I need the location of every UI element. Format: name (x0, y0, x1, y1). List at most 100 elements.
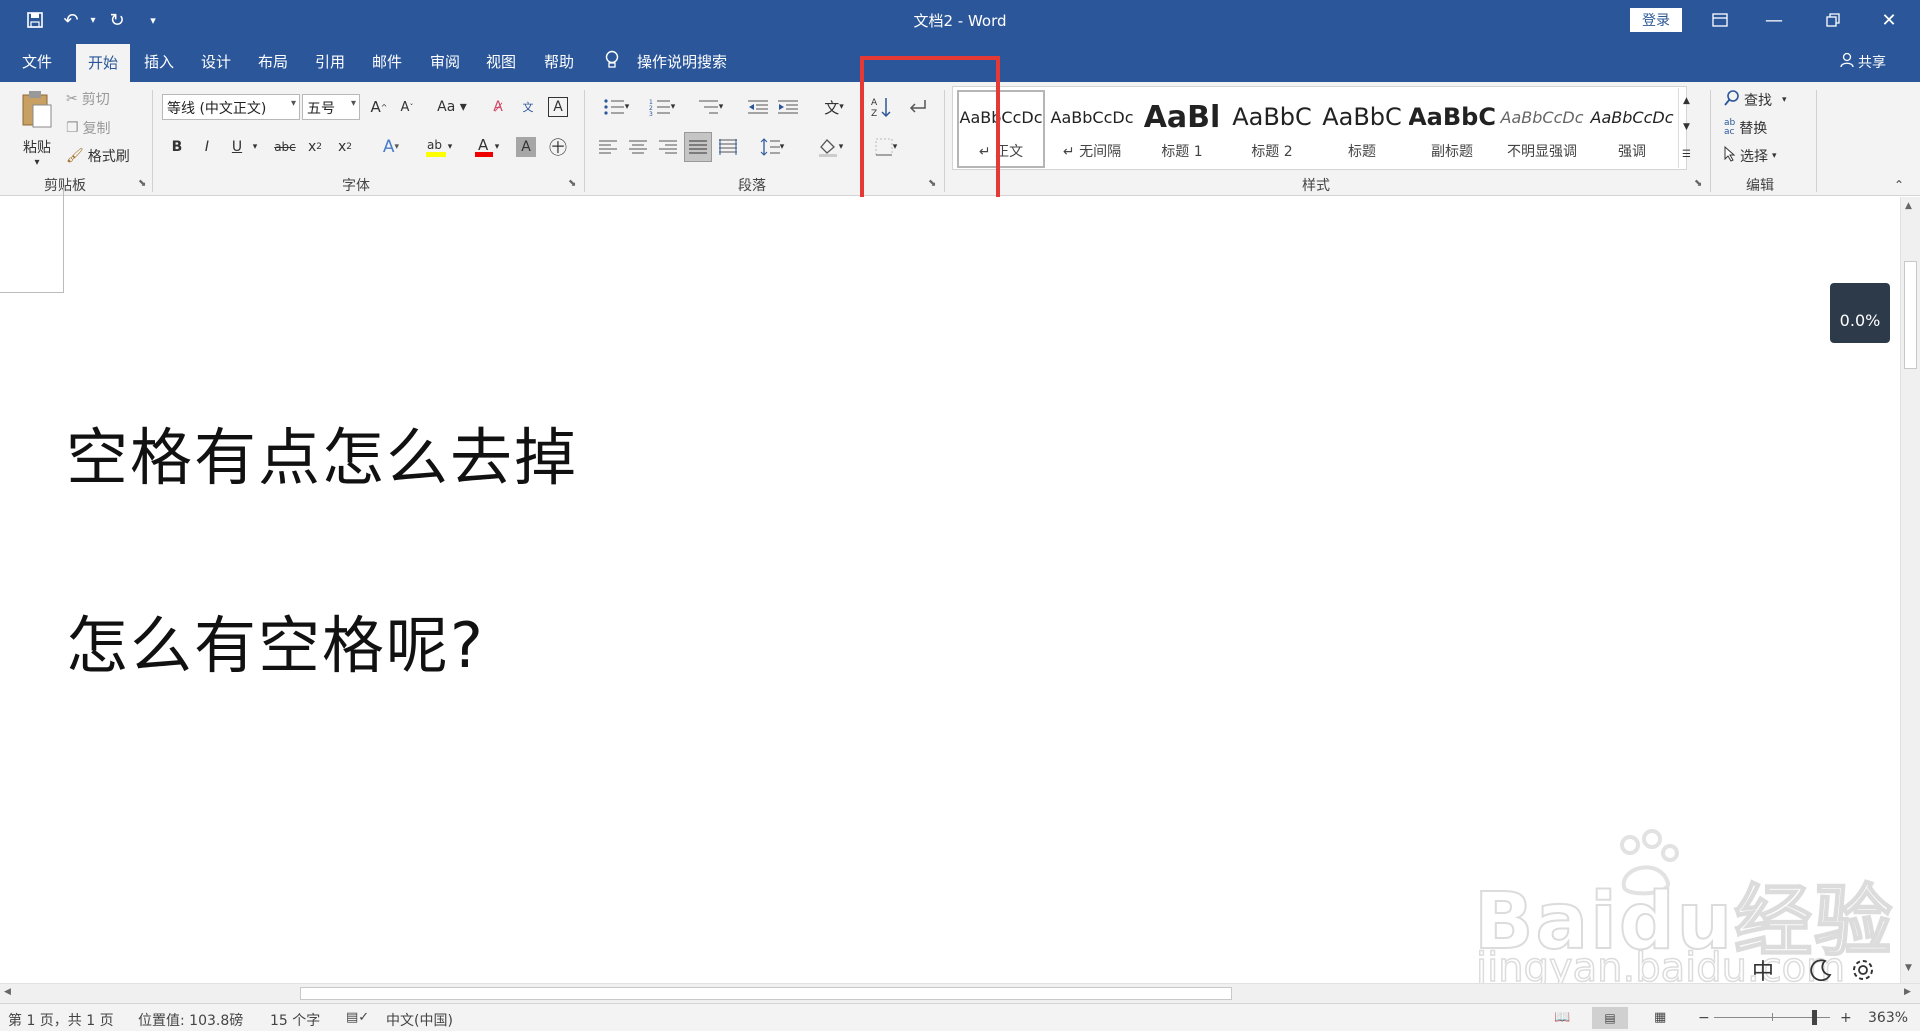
find-button[interactable]: 查找 ▾ (1724, 88, 1787, 112)
bold-button[interactable]: B (166, 134, 188, 160)
cursor-toggle-icon[interactable]: 中 (1748, 955, 1778, 985)
bullets-icon[interactable]: ▾ (596, 94, 636, 120)
italic-button[interactable]: I (196, 134, 218, 160)
vertical-scroll-thumb[interactable] (1904, 261, 1917, 369)
proofing-icon[interactable]: ▤✓ (346, 1010, 369, 1025)
position-value[interactable]: 位置值: 103.8磅 (138, 1010, 243, 1030)
select-button[interactable]: 选择 ▾ (1724, 144, 1777, 168)
language[interactable]: 中文(中国) (386, 1010, 453, 1030)
lightbulb-icon[interactable] (604, 50, 620, 75)
style-subtitle[interactable]: AaBbC 副标题 (1408, 90, 1496, 168)
line-spacing-icon[interactable]: ▾ (752, 134, 792, 160)
web-layout-icon[interactable]: ▦ (1654, 1010, 1666, 1025)
decrease-indent-icon[interactable] (746, 94, 770, 120)
tab-insert[interactable]: 插入 (144, 50, 174, 82)
style-emphasis[interactable]: AaBbCcDc 强调 (1588, 90, 1676, 168)
tab-home[interactable]: 开始 (76, 44, 131, 82)
document-line[interactable]: 空格有点怎么去掉 (66, 407, 578, 497)
style-subtle-emphasis[interactable]: AaBbCcDc 不明显强调 (1498, 90, 1586, 168)
horizontal-scrollbar[interactable]: ◀ ▶ (0, 983, 1920, 1003)
moon-icon[interactable] (1806, 955, 1836, 985)
tell-me-search[interactable]: 操作说明搜索 (637, 50, 727, 82)
superscript-button[interactable]: x2 (334, 134, 356, 160)
close-icon[interactable]: ✕ (1862, 0, 1916, 40)
styles-scroll-up-icon[interactable]: ▲ (1678, 88, 1694, 114)
styles-more-icon[interactable]: ☰ (1678, 140, 1694, 168)
document-area[interactable]: 空格有点怎么去掉 怎么有空格呢? 0.0% Baidu经验 jingyan.ba… (0, 188, 1900, 992)
justify-icon[interactable] (684, 132, 712, 162)
tab-help[interactable]: 帮助 (544, 50, 574, 82)
grow-font-icon[interactable]: A ^ (368, 94, 390, 120)
multilevel-list-icon[interactable]: ▾ (690, 94, 730, 120)
styles-scroll-down-icon[interactable]: ▼ (1678, 114, 1694, 140)
zoom-slider-thumb[interactable] (1812, 1010, 1817, 1025)
font-color-icon[interactable]: A ▾ (466, 134, 506, 160)
align-center-icon[interactable] (626, 134, 650, 160)
page-count[interactable]: 第 1 页，共 1 页 (8, 1010, 114, 1030)
word-count[interactable]: 15 个字 (270, 1010, 320, 1030)
login-button[interactable]: 登录 (1630, 8, 1682, 32)
restore-icon[interactable] (1806, 0, 1860, 40)
style-title[interactable]: AaBbC 标题 (1318, 90, 1406, 168)
zoom-level[interactable]: 363% (1868, 1010, 1908, 1026)
tab-review[interactable]: 审阅 (430, 50, 460, 82)
minimize-icon[interactable]: — (1747, 0, 1801, 40)
enclose-characters-icon[interactable]: ㊉ (546, 134, 570, 160)
ribbon-display-options-icon[interactable] (1693, 0, 1747, 40)
style-sample: AaBl (1143, 99, 1221, 135)
copy-button[interactable]: ❐ 复制 (66, 117, 111, 139)
style-no-spacing[interactable]: AaBbCcDc ↵ 无间隔 (1048, 90, 1136, 168)
tab-references[interactable]: 引用 (315, 50, 345, 82)
asian-layout-icon[interactable]: 文 ▾ (814, 94, 854, 120)
cut-button[interactable]: ✂ 剪切 (66, 88, 110, 110)
underline-button[interactable]: U (226, 134, 248, 160)
styles-launcher-icon[interactable]: ⬊ (1694, 178, 1702, 189)
scroll-left-icon[interactable]: ◀ (4, 987, 11, 997)
read-mode-icon[interactable]: 📖 (1554, 1010, 1570, 1025)
print-layout-icon[interactable]: ▤ (1592, 1007, 1628, 1029)
document-line[interactable]: 怎么有空格呢? (66, 595, 485, 685)
numbering-icon[interactable]: 1 2 3 ▾ (642, 94, 682, 120)
align-left-icon[interactable] (596, 134, 620, 160)
style-heading-2[interactable]: AaBbC 标题 2 (1228, 90, 1316, 168)
align-right-icon[interactable] (656, 134, 680, 160)
change-case-icon[interactable]: Aa ▾ (432, 94, 472, 120)
font-launcher-icon[interactable]: ⬊ (568, 178, 576, 189)
character-border-icon[interactable]: A (548, 97, 568, 117)
zoom-in-button[interactable]: + (1840, 1010, 1852, 1026)
highlight-color-icon[interactable]: ab ▾ (418, 134, 458, 160)
format-painter-button[interactable]: 🖌 格式刷 (66, 145, 130, 167)
subscript-button[interactable]: x2 (304, 134, 326, 160)
underline-dropdown-icon[interactable]: ▾ (248, 134, 262, 160)
horizontal-scroll-thumb[interactable] (300, 987, 1232, 1000)
gear-icon[interactable] (1848, 955, 1878, 985)
collapse-ribbon-icon[interactable]: ⌃ (1894, 178, 1904, 192)
progress-badge[interactable]: 0.0% (1830, 283, 1890, 343)
clear-formatting-icon[interactable]: A̷ (486, 94, 510, 120)
font-size-combo[interactable]: 五号 ▾ (302, 94, 360, 120)
style-heading-1[interactable]: AaBl 标题 1 (1138, 90, 1226, 168)
tab-file[interactable]: 文件 (22, 50, 52, 82)
replace-button[interactable]: ab ac 替换 (1724, 116, 1767, 140)
vertical-scrollbar[interactable]: ▲ ▼ (1900, 197, 1920, 983)
share-button[interactable]: 共享 (1840, 52, 1886, 72)
clipboard-launcher-icon[interactable]: ⬊ (138, 178, 146, 189)
increase-indent-icon[interactable] (776, 94, 800, 120)
character-shading-icon[interactable]: A (516, 137, 536, 157)
tab-layout[interactable]: 布局 (258, 50, 288, 82)
strikethrough-button[interactable]: abc (272, 134, 298, 160)
font-name-combo[interactable]: 等线 (中文正文) ▾ (162, 94, 300, 120)
phonetic-guide-icon[interactable]: 文 (516, 94, 540, 120)
tab-mailings[interactable]: 邮件 (372, 50, 402, 82)
scroll-down-icon[interactable]: ▼ (1905, 963, 1912, 973)
shrink-font-icon[interactable]: Aˇ (396, 94, 418, 120)
distributed-icon[interactable] (716, 134, 740, 160)
scroll-up-icon[interactable]: ▲ (1905, 201, 1912, 211)
paste-button[interactable]: 粘贴 ▾ (14, 88, 60, 168)
zoom-out-button[interactable]: − (1698, 1010, 1710, 1026)
text-effects-icon[interactable]: A ▾ (374, 134, 408, 160)
tab-design[interactable]: 设计 (201, 50, 231, 82)
scroll-right-icon[interactable]: ▶ (1904, 987, 1911, 997)
tab-view[interactable]: 视图 (486, 50, 516, 82)
shading-icon[interactable]: ▾ (810, 134, 850, 160)
